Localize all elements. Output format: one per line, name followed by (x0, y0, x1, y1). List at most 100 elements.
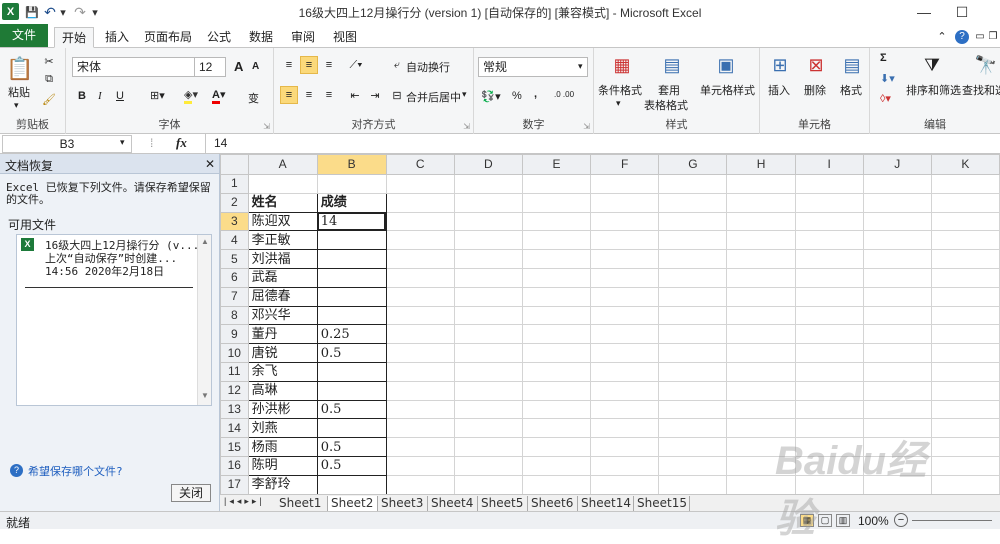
which-file-help-link[interactable]: 希望保存哪个文件? (28, 463, 123, 479)
cell-a16[interactable]: 陈明 (247, 455, 318, 476)
zoom-out-icon[interactable]: − (894, 513, 908, 527)
cell-a14[interactable]: 刘燕 (247, 418, 318, 439)
cell-g14[interactable] (658, 418, 728, 439)
cell-e12[interactable] (521, 380, 592, 401)
sheet-tab-sheet3[interactable]: Sheet3 (378, 496, 428, 511)
cut-icon[interactable]: ✂ (42, 54, 56, 68)
cell-a5[interactable]: 刘洪福 (247, 249, 318, 269)
cell-a7[interactable]: 屈德春 (247, 286, 318, 307)
cell-h9[interactable] (726, 324, 796, 345)
format-as-table-icon[interactable]: ▤ (660, 52, 684, 78)
cell-k4[interactable] (930, 230, 1000, 251)
cell-k8[interactable] (930, 305, 1000, 326)
cell-g10[interactable] (658, 343, 728, 363)
cell-k13[interactable] (930, 399, 1000, 420)
cell-k11[interactable] (930, 361, 1000, 382)
window-restore-icon[interactable]: ❐ (988, 27, 998, 48)
cell-c13[interactable] (385, 399, 455, 420)
insert-cells-button[interactable]: 插入 (768, 82, 790, 98)
wrap-text-icon[interactable]: ⤶ (390, 58, 404, 72)
cell-b2[interactable]: 成绩 (316, 192, 387, 213)
row-header-9[interactable]: 9 (220, 324, 249, 345)
cell-d11[interactable] (453, 361, 523, 382)
format-painter-icon[interactable]: 🖌 (42, 92, 56, 106)
column-header-c[interactable]: C (385, 154, 455, 175)
cell-c4[interactable] (385, 230, 455, 251)
cell-e4[interactable] (521, 230, 592, 251)
merge-center-button[interactable]: 合并后居中 (406, 89, 461, 105)
cell-b5[interactable] (316, 249, 387, 269)
cell-h11[interactable] (726, 361, 796, 382)
sheet-tab-sheet6[interactable]: Sheet6 (528, 496, 578, 511)
cell-g15[interactable] (658, 437, 728, 457)
cell-d17[interactable] (453, 474, 523, 494)
row-header-12[interactable]: 12 (220, 380, 249, 401)
cell-b13[interactable]: 0.5 (316, 399, 387, 420)
currency-icon[interactable]: 💱▾ (480, 88, 502, 104)
cell-f4[interactable] (590, 230, 660, 251)
cell-f2[interactable] (590, 192, 660, 213)
format-as-table-button[interactable]: 套用 (658, 82, 680, 98)
cell-k12[interactable] (930, 380, 1000, 401)
cell-d13[interactable] (453, 399, 523, 420)
increase-indent-icon[interactable]: ⇥ (366, 86, 384, 104)
cell-h7[interactable] (726, 286, 796, 307)
align-bottom-icon[interactable]: ≡ (320, 56, 338, 74)
column-header-g[interactable]: G (658, 154, 728, 175)
cell-b15[interactable]: 0.5 (316, 437, 387, 457)
align-right-icon[interactable]: ≡ (320, 86, 338, 104)
column-header-d[interactable]: D (453, 154, 523, 175)
page-break-view-icon[interactable]: ▥ (836, 514, 850, 527)
number-format-select[interactable]: 常规 (478, 57, 588, 77)
column-header-h[interactable]: H (726, 154, 796, 175)
cell-g9[interactable] (658, 324, 728, 345)
italic-button[interactable]: I (98, 90, 102, 102)
row-header-14[interactable]: 14 (220, 418, 249, 439)
row-header-10[interactable]: 10 (220, 343, 249, 363)
cell-c1[interactable] (385, 174, 455, 194)
column-header-f[interactable]: F (590, 154, 660, 175)
align-top-icon[interactable]: ≡ (280, 56, 298, 74)
borders-icon[interactable]: ⊞▾ (150, 89, 165, 102)
sheet-tab-sheet14[interactable]: Sheet14 (578, 496, 634, 511)
format-cells-icon[interactable]: ▤ (840, 52, 864, 78)
cell-i1[interactable] (794, 174, 864, 194)
cell-c10[interactable] (385, 343, 455, 363)
find-select-button[interactable]: 查找和选 (962, 82, 1000, 98)
cell-j1[interactable] (862, 174, 932, 194)
cell-b12[interactable] (316, 380, 387, 401)
cell-h10[interactable] (726, 343, 796, 363)
delete-cells-icon[interactable]: ⊠ (804, 52, 828, 78)
cell-f10[interactable] (590, 343, 660, 363)
font-name-select[interactable]: 宋体 (72, 57, 196, 77)
cell-h6[interactable] (726, 267, 796, 288)
cell-d15[interactable] (453, 437, 523, 457)
restore-button[interactable]: ☐ (948, 2, 976, 22)
shrink-font-button[interactable]: A (252, 61, 259, 72)
cell-d16[interactable] (453, 455, 523, 476)
font-size-select[interactable]: 12 (194, 57, 226, 77)
format-cells-button[interactable]: 格式 (840, 82, 862, 98)
name-box-dropdown-icon[interactable]: ▾ (120, 137, 125, 148)
cell-a8[interactable]: 邓兴华 (247, 305, 318, 326)
cell-i8[interactable] (794, 305, 864, 326)
row-header-13[interactable]: 13 (220, 399, 249, 420)
row-header-2[interactable]: 2 (220, 192, 249, 213)
cell-e14[interactable] (521, 418, 592, 439)
cell-h8[interactable] (726, 305, 796, 326)
cell-d2[interactable] (453, 192, 523, 213)
cell-e10[interactable] (521, 343, 592, 363)
cell-e1[interactable] (521, 174, 592, 194)
orientation-icon[interactable]: ⟋▾ (346, 56, 366, 74)
cell-c8[interactable] (385, 305, 455, 326)
row-header-1[interactable]: 1 (220, 174, 249, 194)
cell-d7[interactable] (453, 286, 523, 307)
cell-b8[interactable] (316, 305, 387, 326)
cell-g7[interactable] (658, 286, 728, 307)
file-list-scrollbar[interactable]: ▲ ▼ (197, 235, 211, 405)
sheet-tab-sheet2[interactable]: Sheet2 (328, 496, 378, 511)
cell-h13[interactable] (726, 399, 796, 420)
cell-b6[interactable] (316, 267, 387, 288)
cell-d6[interactable] (453, 267, 523, 288)
select-all-corner[interactable] (220, 154, 249, 175)
